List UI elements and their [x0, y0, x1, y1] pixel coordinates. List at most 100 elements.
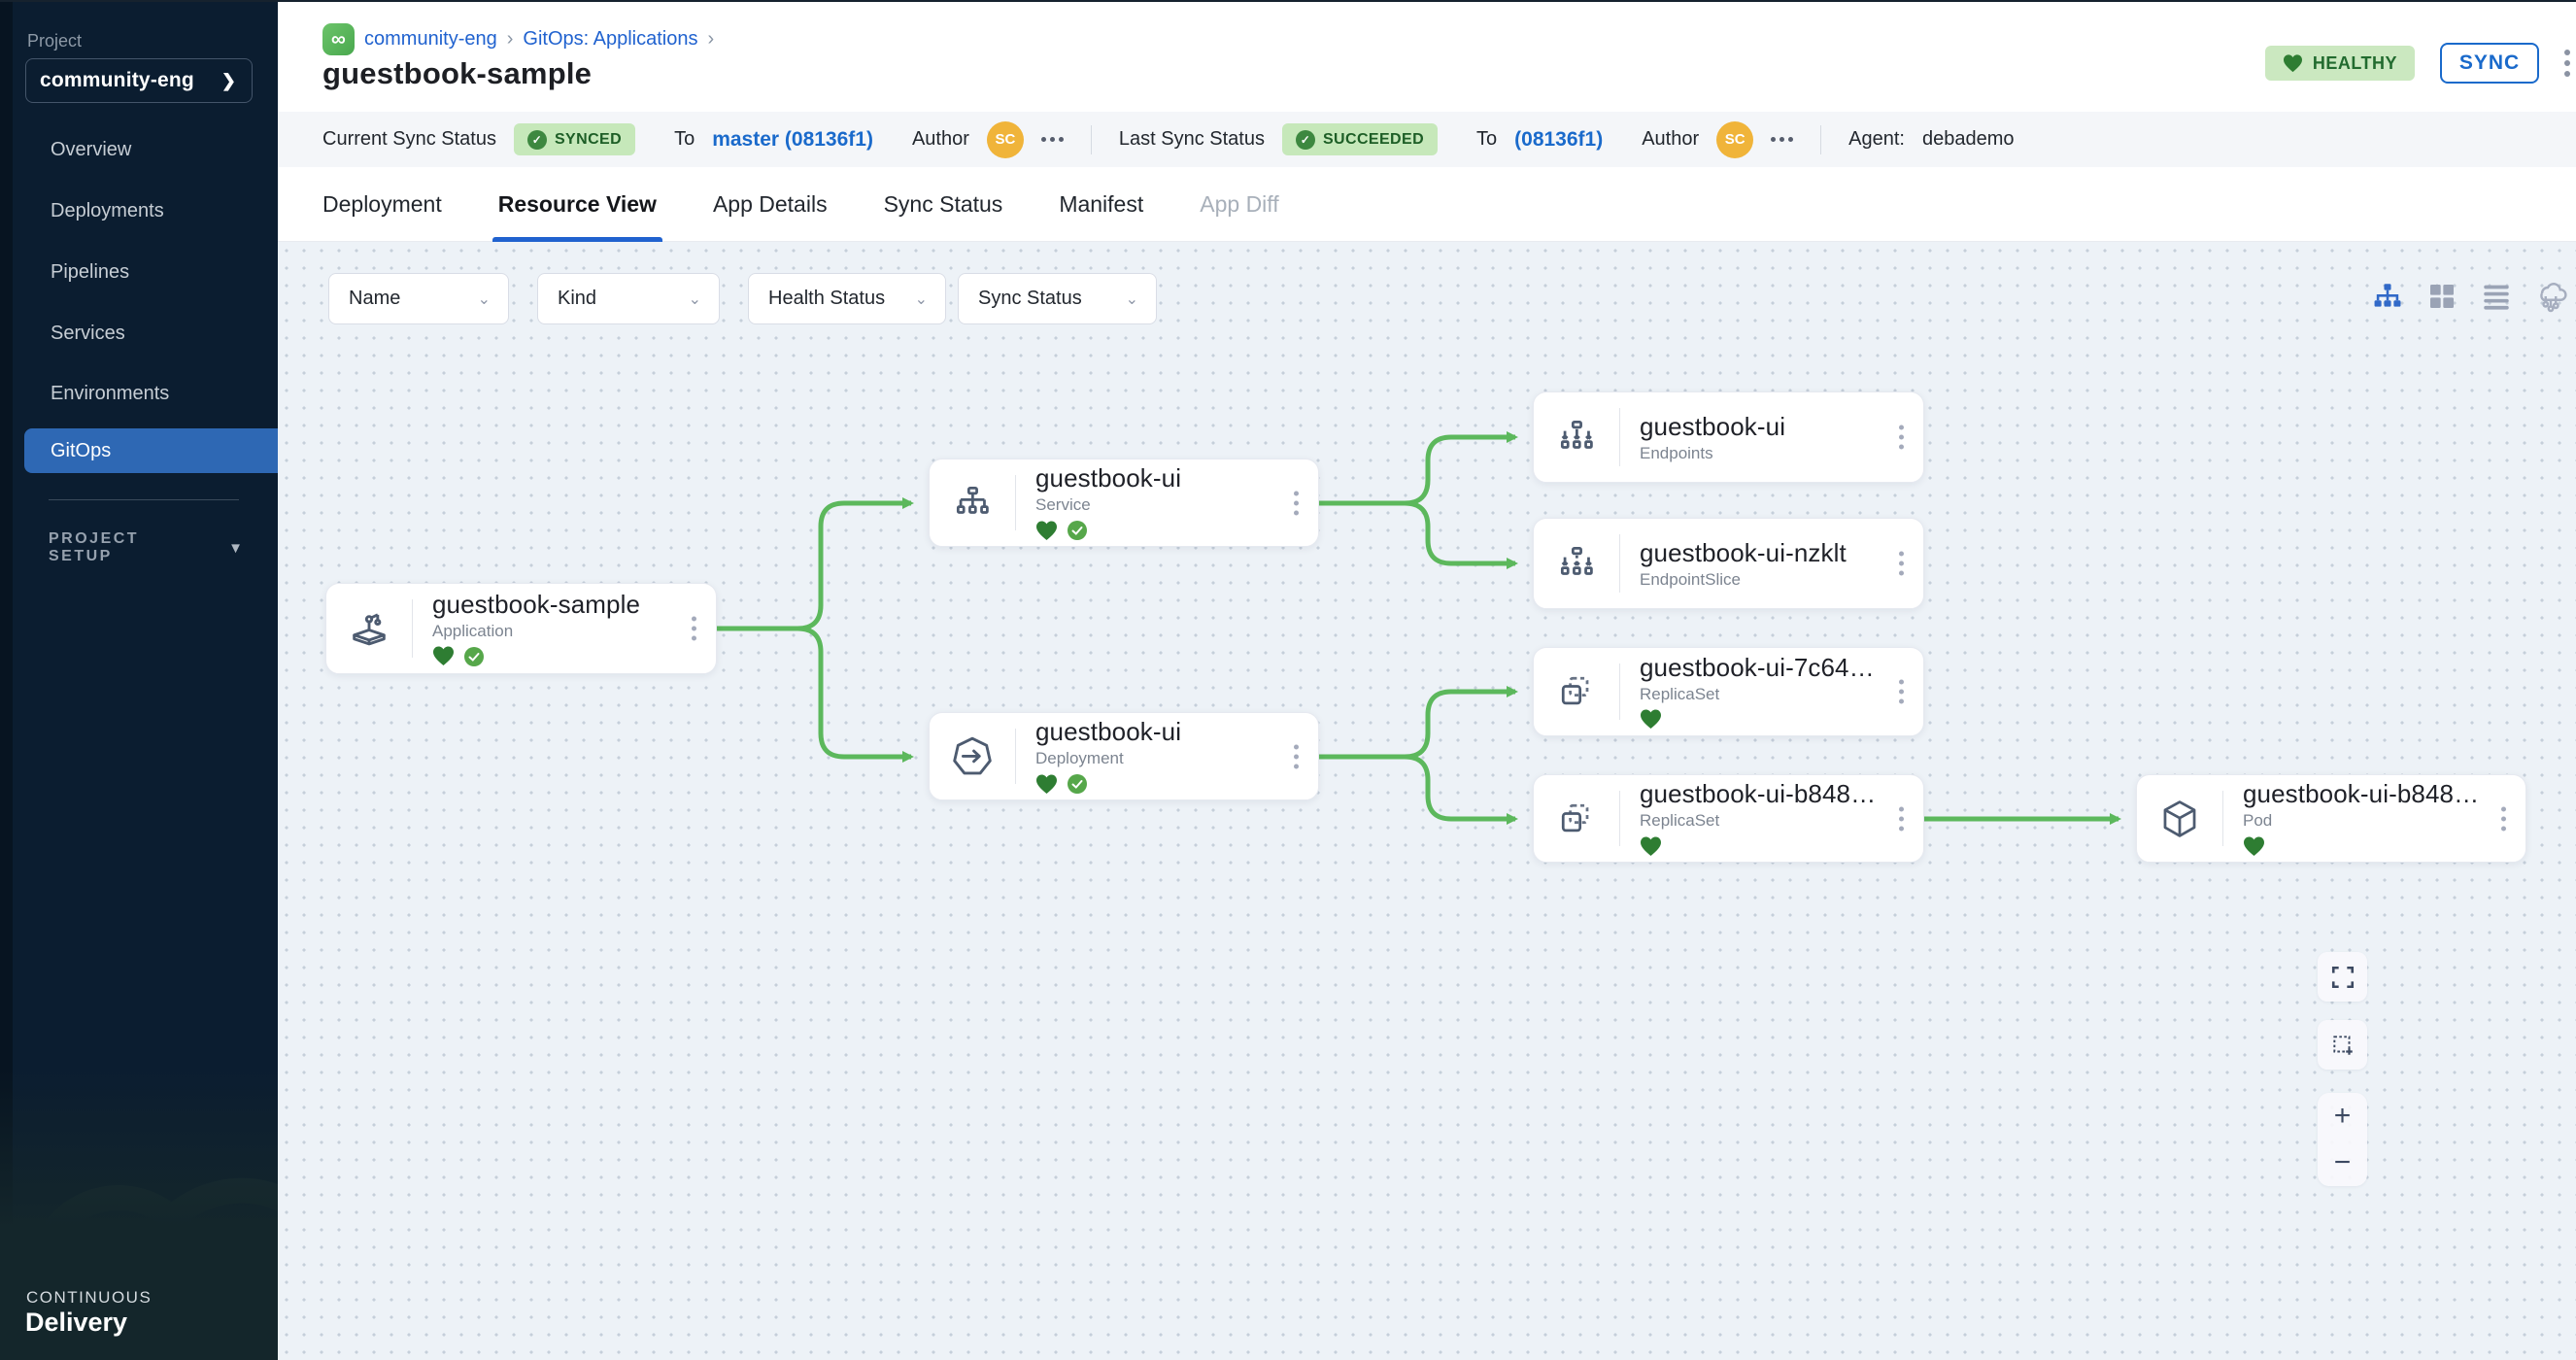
kebab-menu-icon[interactable] — [688, 611, 700, 647]
chevron-down-icon: ▼ — [228, 540, 243, 557]
resource-name: guestbook-ui — [1035, 463, 1278, 493]
resource-name: guestbook-ui — [1035, 717, 1278, 747]
tab-app-details[interactable]: App Details — [713, 167, 828, 242]
node-endpointslice-guestbook-ui-nzklt[interactable]: guestbook-ui-nzklt EndpointSlice — [1533, 518, 1924, 609]
sidebar-item-gitops[interactable]: GitOps — [24, 428, 278, 473]
healthy-heart-icon — [1035, 774, 1058, 795]
node-endpoints-guestbook-ui[interactable]: guestbook-ui Endpoints — [1533, 391, 1924, 483]
project-name: community-eng — [40, 69, 194, 92]
author-label: Author — [1642, 128, 1699, 151]
endpoints-icon — [1534, 416, 1619, 459]
synced-badge-label: SYNCED — [555, 131, 622, 149]
sidebar-item-label: Pipelines — [51, 261, 129, 284]
project-setup-toggle[interactable]: PROJECT SETUP ▼ — [49, 530, 243, 565]
breadcrumb: ∞ community-eng › GitOps: Applications › — [322, 23, 714, 55]
sidebar-item-environments[interactable]: Environments — [0, 371, 278, 416]
zoom-in-button[interactable]: + — [2318, 1102, 2367, 1131]
breadcrumb-applications-link[interactable]: GitOps: Applications — [523, 28, 697, 51]
node-pod-guestbook-ui-b848d5d9[interactable]: guestbook-ui-b848d5d9... Pod — [2136, 774, 2526, 863]
breadcrumb-separator: › — [707, 28, 714, 51]
node-deployment-guestbook-ui[interactable]: guestbook-ui Deployment — [929, 712, 1319, 800]
synced-badge: ✓ SYNCED — [514, 123, 635, 155]
node-body: guestbook-ui-b848d5d9... Pod — [2223, 779, 2525, 858]
sidebar-item-services[interactable]: Services — [0, 311, 278, 356]
current-sync-status-label: Current Sync Status — [322, 128, 496, 151]
fit-view-button[interactable] — [2318, 952, 2367, 1002]
resource-name: guestbook-ui-nzklt — [1640, 538, 1882, 568]
resource-graph-canvas[interactable]: Name⌄ Kind⌄ Health Status⌄ Sync Status⌄ — [278, 242, 2576, 1360]
sidebar-item-label: Deployments — [51, 200, 164, 222]
zoom-out-button[interactable]: − — [2318, 1148, 2367, 1177]
node-replicaset-guestbook-ui-7c64987dc9[interactable]: guestbook-ui-7c64987dc9 ReplicaSet — [1533, 647, 1924, 736]
tab-resource-view[interactable]: Resource View — [498, 167, 657, 242]
page-title: guestbook-sample — [322, 56, 592, 91]
sync-button[interactable]: SYNC — [2440, 43, 2539, 84]
resource-name: guestbook-ui-b848d5d9... — [2243, 779, 2486, 809]
resource-kind: ReplicaSet — [1640, 685, 1923, 704]
sidebar-item-deployments[interactable]: Deployments — [0, 188, 278, 233]
health-status-badge[interactable]: HEALTHY — [2265, 46, 2415, 81]
endpointslice-icon — [1534, 542, 1619, 585]
last-sync-target-link[interactable]: (08136f1) — [1514, 128, 1603, 152]
header-kebab-menu-icon[interactable] — [2564, 46, 2570, 81]
kebab-menu-icon[interactable] — [1895, 800, 1908, 836]
tab-app-diff[interactable]: App Diff — [1200, 167, 1278, 242]
kebab-menu-icon[interactable] — [2497, 800, 2510, 836]
chevron-down-icon: ⌄ — [915, 289, 928, 309]
resource-kind: Deployment — [1035, 749, 1318, 768]
filter-name[interactable]: Name⌄ — [328, 273, 509, 324]
list-view-icon[interactable] — [2479, 279, 2514, 314]
kebab-menu-icon[interactable] — [1895, 674, 1908, 710]
project-label: Project — [27, 31, 82, 51]
current-sync-target-link[interactable]: master (08136f1) — [712, 128, 873, 152]
window-top-edge — [0, 0, 2576, 2]
node-application-guestbook-sample[interactable]: guestbook-sample Application — [325, 583, 717, 674]
sidebar-item-overview[interactable]: Overview — [0, 127, 278, 172]
filter-label: Sync Status — [978, 288, 1082, 310]
main-content: ∞ community-eng › GitOps: Applications ›… — [278, 0, 2576, 1360]
logo-delivery: Delivery — [25, 1308, 127, 1338]
breadcrumb-project-link[interactable]: community-eng — [364, 28, 497, 51]
node-service-guestbook-ui[interactable]: guestbook-ui Service — [929, 459, 1319, 547]
project-setup-label: PROJECT SETUP — [49, 530, 205, 565]
kebab-menu-icon[interactable] — [1895, 420, 1908, 456]
agent-name: debademo — [1922, 128, 2015, 151]
resource-name: guestbook-ui-7c64987dc9 — [1640, 653, 1882, 683]
sync-status-bar: Current Sync Status ✓ SYNCED To master (… — [278, 112, 2576, 167]
chevron-down-icon: ⌄ — [689, 289, 701, 309]
kebab-menu-icon[interactable] — [1290, 485, 1303, 521]
tab-deployment[interactable]: Deployment — [322, 167, 442, 242]
node-body: guestbook-ui Deployment — [1016, 717, 1318, 796]
author-avatar[interactable]: SC — [987, 121, 1024, 158]
resource-kind: Application — [432, 622, 716, 641]
tab-sync-status[interactable]: Sync Status — [884, 167, 1003, 242]
sidebar-item-pipelines[interactable]: Pipelines — [0, 250, 278, 294]
node-badges — [1035, 519, 1318, 542]
grid-view-icon[interactable] — [2424, 279, 2459, 314]
node-replicaset-guestbook-ui-b848d5d9d[interactable]: guestbook-ui-b848d5d9d ReplicaSet — [1533, 774, 1924, 863]
resource-name: guestbook-ui — [1640, 412, 1882, 442]
author-avatar[interactable]: SC — [1716, 121, 1753, 158]
chevron-right-icon: ❯ — [221, 71, 236, 91]
page-header: ∞ community-eng › GitOps: Applications ›… — [278, 0, 2576, 112]
marquee-select-button[interactable] — [2318, 1020, 2367, 1070]
kebab-menu-icon[interactable] — [1895, 546, 1908, 582]
tree-view-icon[interactable] — [2370, 279, 2405, 314]
author-more-icon[interactable] — [1041, 137, 1064, 142]
sidebar-item-label: Environments — [51, 383, 169, 405]
last-sync-status-label: Last Sync Status — [1119, 128, 1265, 151]
marquee-selection-icon — [2330, 1033, 2356, 1058]
kebab-menu-icon[interactable] — [1290, 738, 1303, 774]
to-label: To — [674, 128, 695, 151]
author-more-icon[interactable] — [1771, 137, 1793, 142]
filter-kind[interactable]: Kind⌄ — [537, 273, 720, 324]
tab-manifest[interactable]: Manifest — [1059, 167, 1143, 242]
filter-health-status[interactable]: Health Status⌄ — [748, 273, 946, 324]
resource-kind: Service — [1035, 495, 1318, 515]
node-body: guestbook-sample Application — [413, 590, 716, 668]
view-toggle-group — [2370, 279, 2568, 314]
cluster-view-icon[interactable] — [2533, 279, 2568, 314]
resource-name: guestbook-sample — [432, 590, 675, 620]
project-selector[interactable]: community-eng ❯ — [25, 58, 253, 103]
filter-sync-status[interactable]: Sync Status⌄ — [958, 273, 1157, 324]
